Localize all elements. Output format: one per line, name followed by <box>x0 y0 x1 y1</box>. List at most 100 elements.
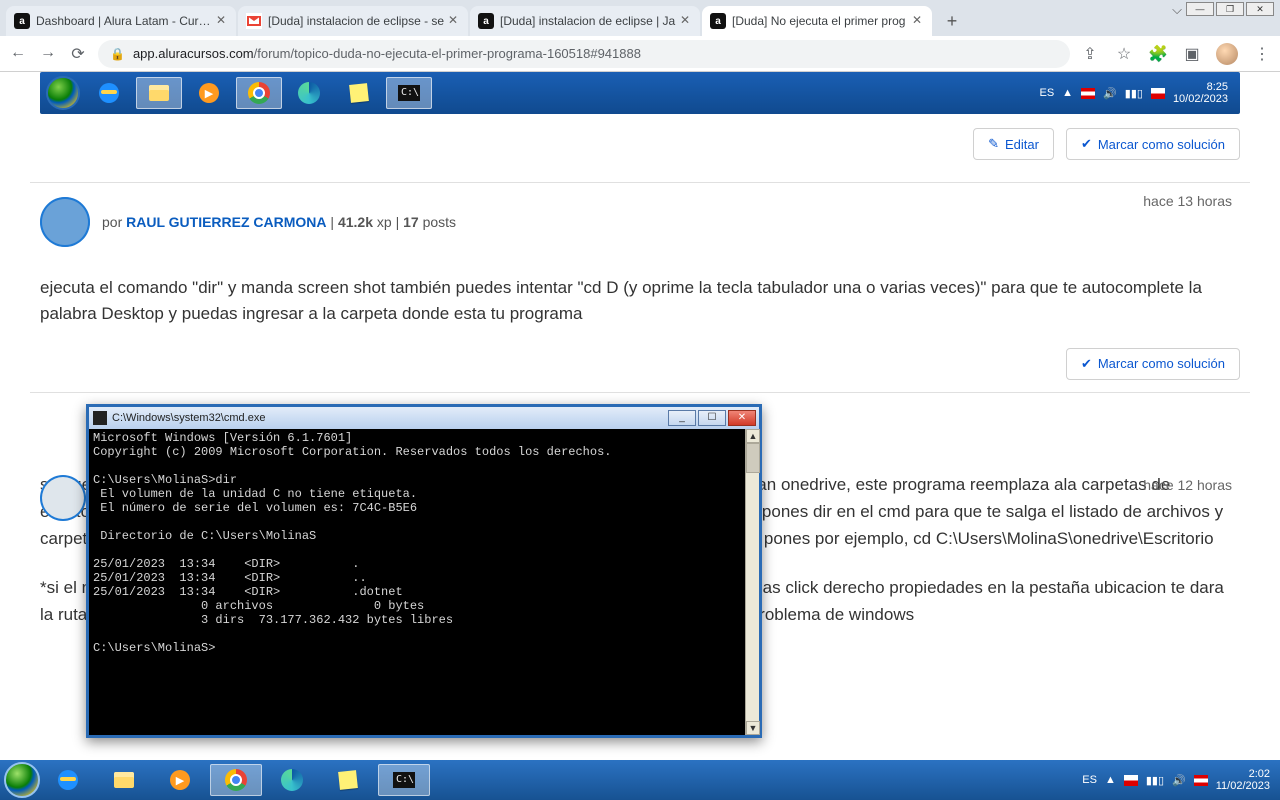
tray-flag-icon <box>1081 88 1095 99</box>
reload-button[interactable]: ⟳ <box>68 44 88 64</box>
edit-button[interactable]: ✎ Editar <box>973 128 1054 160</box>
gmail-favicon-icon <box>246 13 262 29</box>
cmd-body: Microsoft Windows [Versión 6.1.7601] Cop… <box>89 429 759 735</box>
browser-tab[interactable]: [Duda] instalacion de eclipse - se ✕ <box>238 6 468 36</box>
tray-action-center-icon[interactable] <box>1194 775 1208 786</box>
scroll-up-icon[interactable]: ▲ <box>746 429 760 443</box>
tab-close-icon[interactable]: ✕ <box>910 14 924 28</box>
tray-language[interactable]: ES <box>1082 774 1097 786</box>
ie-icon <box>86 77 132 109</box>
tray-up-icon: ▲ <box>1062 87 1073 99</box>
post-timestamp: hace 13 horas <box>1143 193 1232 209</box>
forward-button[interactable]: → <box>38 44 58 64</box>
divider <box>30 392 1250 393</box>
tray-network-icon[interactable]: ▮▮▯ <box>1146 774 1164 787</box>
taskbar-chrome[interactable] <box>210 764 262 796</box>
author-xp: 41.2k <box>338 214 373 230</box>
tray-volume-icon: 🔊 <box>1103 87 1117 100</box>
check-icon: ✔ <box>1081 356 1092 372</box>
posts-suffix: posts <box>419 214 456 230</box>
by-label: por <box>102 214 126 230</box>
lock-icon: 🔒 <box>110 47 125 61</box>
share-icon[interactable]: ⇪ <box>1080 44 1100 64</box>
check-icon: ✔ <box>1081 136 1092 152</box>
cmd-window-controls: _ ☐ ✕ <box>668 410 759 426</box>
taskbar-cmd[interactable]: C:\ <box>378 764 430 796</box>
cmd-window[interactable]: C:\Windows\system32\cmd.exe _ ☐ ✕ Micros… <box>86 404 762 738</box>
tray-time: 2:02 <box>1216 768 1270 780</box>
user-avatar[interactable] <box>40 197 90 247</box>
address-bar[interactable]: 🔒 app.aluracursos.com /forum/topico-duda… <box>98 40 1070 68</box>
scroll-thumb[interactable] <box>746 443 760 473</box>
system-tray: ES ▲ ▮▮▯ 🔊 2:02 11/02/2023 <box>1082 768 1276 792</box>
cmd-maximize-button[interactable]: ☐ <box>698 410 726 426</box>
taskbar-explorer[interactable] <box>98 764 150 796</box>
sticky-notes-icon <box>336 77 382 109</box>
tray-time: 8:25 <box>1173 81 1228 93</box>
back-button[interactable]: ← <box>8 44 28 64</box>
maximize-button[interactable]: ❐ <box>1216 2 1244 16</box>
edge-icon <box>286 77 332 109</box>
windows-taskbar: ▶ C:\ ES ▲ ▮▮▯ 🔊 2:02 11/02/2023 <box>0 760 1280 800</box>
profile-avatar[interactable] <box>1216 43 1238 65</box>
chrome-window-dropdown-icon[interactable]: ⌵ <box>1172 2 1182 18</box>
xp-suffix: xp <box>373 214 392 230</box>
tabs-panel-icon[interactable]: ▣ <box>1182 44 1202 64</box>
cmd-minimize-button[interactable]: _ <box>668 410 696 426</box>
post-action-row: ✔ Marcar como solución <box>0 334 1280 384</box>
user-avatar[interactable] <box>40 475 86 521</box>
browser-tab[interactable]: a Dashboard | Alura Latam - Cursos ✕ <box>6 6 236 36</box>
url-host: app.aluracursos.com <box>133 46 254 61</box>
post-body: ejecuta el comando "dir" y manda screen … <box>40 275 1240 328</box>
alura-favicon-icon: a <box>478 13 494 29</box>
alura-favicon-icon: a <box>710 13 726 29</box>
kebab-menu-icon[interactable]: ⋮ <box>1252 44 1272 64</box>
toolbar-actions: ⇪ ☆ 🧩 ▣ ⋮ <box>1080 43 1272 65</box>
cmd-output[interactable]: Microsoft Windows [Versión 6.1.7601] Cop… <box>89 429 743 735</box>
scroll-down-icon[interactable]: ▼ <box>746 721 760 735</box>
cmd-titlebar[interactable]: C:\Windows\system32\cmd.exe _ ☐ ✕ <box>89 407 759 429</box>
tab-close-icon[interactable]: ✕ <box>678 14 692 28</box>
post-header: por RAUL GUTIERREZ CARMONA | 41.2k xp | … <box>40 197 1240 247</box>
tray-volume-icon[interactable]: 🔊 <box>1172 774 1186 787</box>
author-link[interactable]: RAUL GUTIERREZ CARMONA <box>126 214 326 230</box>
taskbar-media-player[interactable]: ▶ <box>154 764 206 796</box>
mark-solution-button[interactable]: ✔ Marcar como solución <box>1066 348 1240 380</box>
mark-solution-button[interactable]: ✔ Marcar como solución <box>1066 128 1240 160</box>
browser-tab-strip: a Dashboard | Alura Latam - Cursos ✕ [Du… <box>0 0 1280 36</box>
close-button[interactable]: ✕ <box>1246 2 1274 16</box>
tab-title: [Duda] instalacion de eclipse | Ja <box>500 14 678 28</box>
author-posts: 17 <box>403 214 419 230</box>
tray-up-icon[interactable]: ▲ <box>1105 774 1116 786</box>
tab-close-icon[interactable]: ✕ <box>446 14 460 28</box>
taskbar-edge[interactable] <box>266 764 318 796</box>
new-tab-button[interactable]: + <box>938 8 966 36</box>
tray-date: 11/02/2023 <box>1216 780 1270 792</box>
pencil-icon: ✎ <box>988 136 999 152</box>
post-action-row: ✎ Editar ✔ Marcar como solución <box>0 114 1280 174</box>
browser-tab[interactable]: a [Duda] instalacion de eclipse | Ja ✕ <box>470 6 700 36</box>
tray-date: 10/02/2023 <box>1173 93 1228 105</box>
embedded-taskbar-image: ▶ C:\ ES ▲ 🔊 ▮▮▯ 8:25 10/02/2023 <box>40 72 1240 114</box>
post-timestamp: hace 12 horas <box>1143 477 1232 493</box>
taskbar-sticky-notes[interactable] <box>322 764 374 796</box>
minimize-button[interactable]: — <box>1186 2 1214 16</box>
bookmark-star-icon[interactable]: ☆ <box>1114 44 1134 64</box>
mark-label: Marcar como solución <box>1098 137 1225 152</box>
tray-flag-icon[interactable] <box>1124 775 1138 786</box>
mark-label: Marcar como solución <box>1098 356 1225 371</box>
tray-clock: 8:25 10/02/2023 <box>1173 81 1234 105</box>
taskbar-ie[interactable] <box>42 764 94 796</box>
cmd-close-button[interactable]: ✕ <box>728 410 756 426</box>
browser-tab-active[interactable]: a [Duda] No ejecuta el primer prog ✕ <box>702 6 932 36</box>
tab-close-icon[interactable]: ✕ <box>214 14 228 28</box>
tray-language: ES <box>1039 87 1054 99</box>
extensions-icon[interactable]: 🧩 <box>1148 44 1168 64</box>
browser-toolbar: ← → ⟳ 🔒 app.aluracursos.com /forum/topic… <box>0 36 1280 72</box>
tray-clock[interactable]: 2:02 11/02/2023 <box>1216 768 1276 792</box>
cmd-scrollbar[interactable]: ▲ ▼ <box>745 429 759 735</box>
start-button[interactable] <box>4 762 40 798</box>
embed-system-tray: ES ▲ 🔊 ▮▮▯ 8:25 10/02/2023 <box>1039 81 1234 105</box>
chrome-icon <box>236 77 282 109</box>
edit-label: Editar <box>1005 137 1039 152</box>
